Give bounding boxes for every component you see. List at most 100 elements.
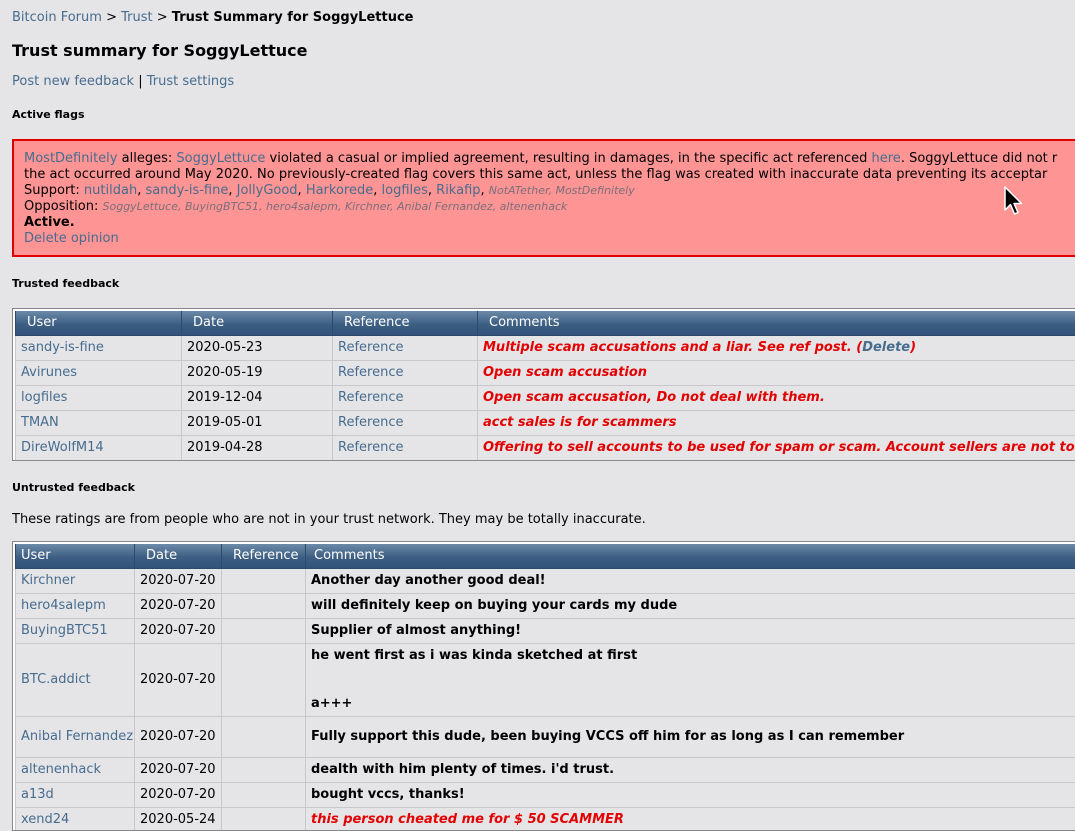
column-header-reference[interactable]: Reference: [333, 311, 478, 335]
column-header-user[interactable]: User: [16, 311, 182, 335]
feedback-extra-close: ): [910, 340, 916, 355]
flag-text-2: . SoggyLettuce did not r: [901, 151, 1057, 166]
feedback-date: 2020-07-20: [135, 757, 222, 782]
feedback-user-link[interactable]: BuyingBTC51: [21, 623, 108, 638]
reference-link[interactable]: Reference: [338, 440, 403, 455]
feedback-comment: Another day another good deal!: [306, 568, 1075, 593]
feedback-date: 2020-07-20: [135, 618, 222, 643]
feedback-user-link[interactable]: logfiles: [21, 390, 67, 405]
feedback-user-link[interactable]: sandy-is-fine: [21, 340, 104, 355]
flagger-link[interactable]: MostDefinitely: [24, 151, 118, 166]
feedback-user-link[interactable]: hero4salepm: [21, 598, 106, 613]
breadcrumb-separator: >: [106, 10, 117, 25]
breadcrumb-separator: >: [157, 10, 168, 25]
opposition-label: Opposition:: [24, 199, 98, 214]
column-header-date[interactable]: Date: [182, 311, 333, 335]
support-user-link[interactable]: sandy-is-fine: [145, 183, 228, 198]
support-label: Support:: [24, 183, 80, 198]
feedback-reference: [222, 593, 306, 618]
feedback-user-link[interactable]: a13d: [21, 787, 54, 802]
flag-line-1: MostDefinitely alleges: SoggyLettuce vio…: [24, 151, 1075, 167]
feedback-extra-open: (: [852, 340, 862, 355]
feedback-user-link[interactable]: Kirchner: [21, 573, 75, 588]
breadcrumb-trust-link[interactable]: Trust: [121, 10, 152, 25]
reference-link[interactable]: Reference: [338, 415, 403, 430]
flag-support: Support: nutildah, sandy-is-fine, JollyG…: [24, 183, 1075, 199]
table-row: logfiles 2019-12-04 Reference Open scam …: [16, 385, 1075, 410]
feedback-user-link[interactable]: Anibal Fernandez: [21, 729, 133, 744]
feedback-reference: [222, 782, 306, 807]
feedback-reference: [222, 757, 306, 782]
feedback-comment: Multiple scam accusations and a liar. Se…: [478, 335, 1075, 360]
mouse-pointer-icon: [1004, 186, 1024, 218]
support-untrusted: NotATether, MostDefinitely: [489, 184, 635, 197]
flag-text-1: violated a casual or implied agreement, …: [270, 151, 868, 166]
reference-link[interactable]: Reference: [338, 390, 403, 405]
trusted-feedback-table: User Date Reference Comments sandy-is-fi…: [12, 308, 1075, 461]
column-header-comments[interactable]: Comments: [478, 311, 1075, 335]
feedback-date: 2020-05-23: [182, 335, 333, 360]
support-user-link[interactable]: JollyGood: [237, 183, 298, 198]
feedback-user-link[interactable]: BTC.addict: [21, 672, 91, 687]
feedback-reference: [222, 568, 306, 593]
flag-box: MostDefinitely alleges: SoggyLettuce vio…: [12, 139, 1075, 257]
feedback-reference: [222, 618, 306, 643]
table-row: BTC.addict 2020-07-20 he went first as i…: [16, 643, 1075, 716]
delete-feedback-link[interactable]: Delete: [862, 340, 910, 355]
table-row: sandy-is-fine 2020-05-23 Reference Multi…: [16, 335, 1075, 360]
top-links: Post new feedback | Trust settings: [12, 74, 234, 89]
breadcrumb-forum-link[interactable]: Bitcoin Forum: [12, 10, 102, 25]
links-separator: |: [138, 74, 142, 89]
feedback-date: 2020-07-20: [135, 782, 222, 807]
delete-opinion-link[interactable]: Delete opinion: [24, 231, 119, 246]
table-row: TMAN 2019-05-01 Reference acct sales is …: [16, 410, 1075, 435]
feedback-user-link[interactable]: DireWolfM14: [21, 440, 104, 455]
feedback-comment: this person cheated me for $ 50 SCAMMER: [306, 807, 1075, 831]
feedback-date: 2019-12-04: [182, 385, 333, 410]
table-row: a13d 2020-07-20 bought vccs, thanks!: [16, 782, 1075, 807]
table-row: altenenhack 2020-07-20 dealth with him p…: [16, 757, 1075, 782]
post-feedback-link[interactable]: Post new feedback: [12, 74, 134, 89]
feedback-comment: Open scam accusation, Do not deal with t…: [478, 385, 1075, 410]
feedback-comment: Supplier of almost anything!: [306, 618, 1075, 643]
feedback-date: 2020-07-20: [135, 593, 222, 618]
feedback-comment: Offering to sell accounts to be used for…: [478, 435, 1075, 460]
trusted-feedback-heading: Trusted feedback: [12, 277, 119, 290]
column-header-date[interactable]: Date: [135, 544, 222, 568]
support-user-link[interactable]: Rikafip: [436, 183, 480, 198]
column-header-comments[interactable]: Comments: [306, 544, 1075, 568]
feedback-user-link[interactable]: altenenhack: [21, 762, 101, 777]
feedback-date: 2019-05-01: [182, 410, 333, 435]
support-user-link[interactable]: Harkorede: [306, 183, 373, 198]
feedback-date: 2020-07-20: [135, 716, 222, 757]
feedback-comment: he went first as i was kinda sketched at…: [306, 643, 1075, 716]
feedback-date: 2020-05-19: [182, 360, 333, 385]
reference-link[interactable]: Reference: [338, 340, 403, 355]
feedback-comment: bought vccs, thanks!: [306, 782, 1075, 807]
feedback-user-link[interactable]: TMAN: [21, 415, 59, 430]
table-row: BuyingBTC51 2020-07-20 Supplier of almos…: [16, 618, 1075, 643]
trust-settings-link[interactable]: Trust settings: [147, 74, 234, 89]
table-row: DireWolfM14 2019-04-28 Reference Offerin…: [16, 435, 1075, 460]
flag-opposition: Opposition: SoggyLettuce, BuyingBTC51, h…: [24, 199, 1075, 215]
flag-alleges: alleges:: [122, 151, 173, 166]
reference-link[interactable]: Reference: [338, 365, 403, 380]
column-header-user[interactable]: User: [16, 544, 135, 568]
breadcrumb: Bitcoin Forum > Trust > Trust Summary fo…: [12, 10, 413, 25]
feedback-comment-line: he went first as i was kinda sketched at…: [311, 648, 1075, 664]
feedback-date: 2019-04-28: [182, 435, 333, 460]
table-row: xend24 2020-05-24 this person cheated me…: [16, 807, 1075, 831]
feedback-reference: [222, 643, 306, 716]
support-user-link[interactable]: nutildah: [84, 183, 137, 198]
table-row: Kirchner 2020-07-20 Another day another …: [16, 568, 1075, 593]
flag-status: Active.: [24, 215, 1075, 231]
column-header-reference[interactable]: Reference: [222, 544, 306, 568]
support-user-link[interactable]: logfiles: [382, 183, 428, 198]
flag-here-link[interactable]: here: [872, 151, 901, 166]
flag-target-link[interactable]: SoggyLettuce: [176, 151, 265, 166]
table-row: hero4salepm 2020-07-20 will definitely k…: [16, 593, 1075, 618]
untrusted-note: These ratings are from people who are no…: [12, 512, 646, 527]
feedback-user-link[interactable]: Avirunes: [21, 365, 77, 380]
table-row: Anibal Fernandez 2020-07-20 Fully suppor…: [16, 716, 1075, 757]
untrusted-feedback-heading: Untrusted feedback: [12, 481, 135, 494]
